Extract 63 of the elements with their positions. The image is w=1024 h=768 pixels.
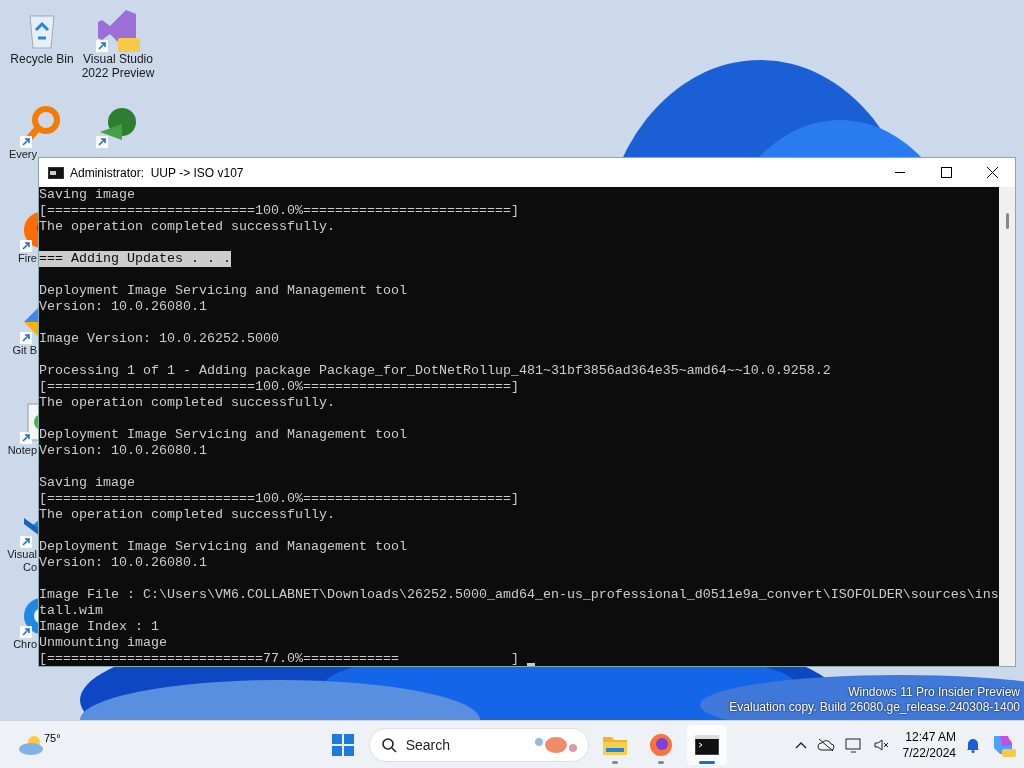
- bell-icon[interactable]: [966, 736, 980, 753]
- shortcut-arrow-icon: [20, 536, 32, 548]
- console-line: Unmounting image: [39, 635, 167, 651]
- scrollbar[interactable]: [999, 187, 1015, 666]
- console-line: Version: 10.0.26080.1: [39, 299, 207, 315]
- taskbar-app-button[interactable]: [686, 724, 727, 765]
- monitor-icon[interactable]: [844, 736, 863, 753]
- console-line: The operation completed successfully.: [39, 219, 335, 235]
- maximize-icon: [940, 167, 952, 178]
- console-line: Processing 1 of 1 - Adding package Package_for_DotNetRollup_481~31bf3856ad364e35~amd64~~10.0.9258.2: [39, 363, 831, 379]
- terminal-icon: [694, 734, 719, 755]
- desktop-icon-label[interactable]: Fire: [4, 252, 37, 265]
- search-field[interactable]: Search: [368, 727, 589, 762]
- text-cursor: [526, 663, 535, 666]
- clock-date[interactable]: 7/22/2024: [902, 744, 956, 761]
- visual-studio-icon: [96, 8, 140, 52]
- console-line: Deployment Image Servicing and Management tool: [39, 539, 407, 555]
- console-line: Deployment Image Servicing and Management tool: [39, 427, 407, 443]
- console-line: Saving image: [39, 187, 135, 203]
- console-line: Version: 10.0.26080.1: [39, 443, 207, 459]
- minimize-icon: [895, 171, 905, 174]
- console-line: Image Index : 1: [39, 619, 159, 635]
- close-icon: [986, 167, 998, 178]
- evaluation-watermark-text: Evaluation copy. Build 26080.ge_release.240308-1400: [729, 700, 1020, 715]
- desktop-icon-label[interactable]: Notep: [4, 444, 37, 457]
- console-line: Deployment Image Servicing and Management tool: [39, 283, 407, 299]
- console-line: The operation completed successfully.: [39, 395, 335, 411]
- console-line: tall.wim: [39, 603, 103, 619]
- firefox-icon: [648, 732, 673, 757]
- cloud-off-icon[interactable]: [816, 737, 835, 752]
- desktop-icon-label[interactable]: Visual Co: [4, 548, 37, 574]
- desktop-icon-label[interactable]: Visual Studio 2022 Preview: [80, 52, 156, 80]
- console-line: [===========================77.0%============ ]: [39, 651, 519, 666]
- console-line: Version: 10.0.26080.1: [39, 555, 207, 571]
- console-line: Image Version: 10.0.26252.5000: [39, 331, 279, 347]
- shortcut-arrow-icon: [20, 332, 32, 344]
- shortcut-arrow-icon: [20, 136, 32, 148]
- cloudy-weather-icon[interactable]: [18, 733, 46, 756]
- console-line: Saving image: [39, 475, 135, 491]
- console-line: The operation completed successfully.: [39, 507, 335, 523]
- desktop-icon-label[interactable]: Chro: [4, 638, 37, 651]
- shortcut-arrow-icon: [96, 40, 108, 52]
- clock-time[interactable]: 12:47 AM: [905, 728, 956, 745]
- window-title: Administrator: UUP -> ISO v107: [70, 164, 244, 182]
- console-icon: [48, 166, 64, 179]
- shortcut-arrow-icon: [20, 432, 32, 444]
- chevron-up-icon[interactable]: [794, 740, 807, 749]
- console-line: [==========================100.0%==========================]: [39, 203, 519, 219]
- shortcut-arrow-icon: [96, 136, 108, 148]
- desktop-icon-label[interactable]: Git B: [4, 344, 37, 357]
- shortcut-arrow-icon: [20, 626, 32, 638]
- desktop-icon-label[interactable]: Every: [4, 148, 37, 161]
- windows-logo-icon: [331, 733, 354, 756]
- desktop-icon-label[interactable]: Recycle Bin: [10, 52, 74, 66]
- temperature-text: 75°: [44, 730, 61, 746]
- scrollbar-thumb[interactable]: [1005, 213, 1009, 229]
- console-line: [==========================100.0%==========================]: [39, 379, 519, 395]
- shortcut-arrow-icon: [20, 240, 32, 252]
- search-icon: [380, 736, 397, 753]
- volume-muted-icon[interactable]: [872, 736, 889, 753]
- console-line: [==========================100.0%==========================]: [39, 491, 519, 507]
- console-line: Image File : C:\Users\VM6.COLLABNET\Downloads\26252.5000_amd64_en-us_professional_d0511e9a_convert\ISOFOLDER\sources\ins: [39, 587, 999, 603]
- evaluation-watermark-text: Windows 11 Pro Insider Preview: [848, 685, 1020, 700]
